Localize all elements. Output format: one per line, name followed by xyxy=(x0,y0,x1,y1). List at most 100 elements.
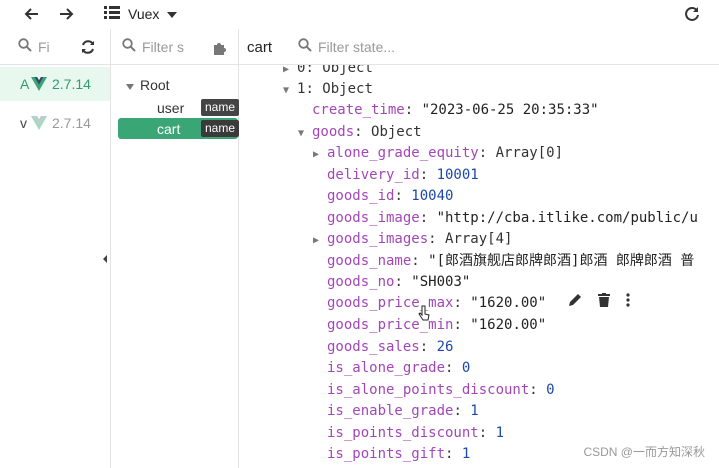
app-item[interactable]: v 2.7.14 xyxy=(0,106,110,140)
state-row[interactable]: is_enable_grade: 1 xyxy=(327,401,479,422)
store-module-user[interactable]: user name xyxy=(118,97,240,118)
refresh-apps-icon[interactable] xyxy=(79,38,97,56)
plugin-label: Vuex xyxy=(128,6,160,22)
watermark: CSDN @一而方知深秋 xyxy=(583,445,705,459)
state-row[interactable]: goods_price_max: "1620.00" xyxy=(327,293,546,314)
puzzle-icon[interactable] xyxy=(211,39,229,57)
state-row[interactable]: goods_sales: 26 xyxy=(327,337,453,358)
apps-search-placeholder: Fi xyxy=(38,39,50,55)
state-row[interactable]: delivery_id: 10001 xyxy=(327,165,479,186)
state-row[interactable]: goods_price_min: "1620.00" xyxy=(327,315,546,336)
state-value: "[郎酒旗舰店郎牌郎酒]郎酒 郎牌郎酒 普 xyxy=(428,253,695,269)
delete-trash-icon[interactable] xyxy=(598,293,610,311)
divider xyxy=(110,64,238,65)
state-key: goods_no xyxy=(327,274,395,290)
state-row[interactable]: ▶ alone_grade_equity: Array[0] xyxy=(313,143,563,164)
state-key: is_alone_points_discount xyxy=(327,382,530,398)
state-value: "SH003" xyxy=(411,274,471,290)
state-value: Array[0] xyxy=(495,145,564,161)
triangle-down-icon: ▼ xyxy=(283,85,290,96)
state-row[interactable]: goods_name: "[郎酒旗舰店郎牌郎酒]郎酒 郎牌郎酒 普 xyxy=(327,251,694,272)
more-vertical-icon[interactable] xyxy=(626,293,630,311)
state-key: goods_sales xyxy=(327,339,420,355)
state-row[interactable]: goods_image: "http://cba.itlike.com/publ… xyxy=(327,208,698,229)
stores-search-input[interactable]: Filter s xyxy=(122,33,202,61)
state-key: goods xyxy=(312,124,355,140)
state-row[interactable]: create_time: "2023-06-25 20:35:33" xyxy=(312,100,599,121)
state-key: is_points_discount xyxy=(327,425,479,441)
state-row[interactable]: ▼ 1: Object xyxy=(283,79,373,100)
state-key: goods_name xyxy=(327,253,412,269)
collapse-left-icon[interactable] xyxy=(101,251,109,263)
module-label: user xyxy=(157,99,185,116)
triangle-right-icon: ▶ xyxy=(283,65,290,75)
state-value: "1620.00" xyxy=(470,317,547,333)
state-value: 1 xyxy=(495,425,505,441)
app-version: 2.7.14 xyxy=(52,76,91,92)
state-title: cart xyxy=(247,39,273,56)
row-actions xyxy=(568,293,630,311)
list-icon xyxy=(104,5,120,24)
triangle-down-icon xyxy=(126,77,134,93)
triangle-down-icon: ▼ xyxy=(298,128,305,139)
namespaced-tag: name xyxy=(201,99,240,116)
app-version: 2.7.14 xyxy=(52,115,91,131)
state-key: goods_price_max xyxy=(327,295,454,311)
state-key: create_time xyxy=(312,102,405,118)
state-row[interactable]: is_alone_points_discount: 0 xyxy=(327,380,555,401)
state-value: 10001 xyxy=(436,167,479,183)
state-key: goods_price_min xyxy=(327,317,454,333)
state-value: Array[4] xyxy=(445,231,513,247)
state-value: 1 xyxy=(470,403,479,419)
state-row[interactable]: ▶ 0: Object xyxy=(283,65,373,79)
edit-pencil-icon[interactable] xyxy=(568,293,582,311)
app-letter: v xyxy=(20,115,27,131)
refresh-icon[interactable] xyxy=(682,3,702,25)
state-key: is_points_gift xyxy=(327,446,446,462)
column-divider[interactable] xyxy=(238,29,239,468)
namespaced-tag: name xyxy=(201,120,240,137)
state-row[interactable]: is_points_gift: 1 xyxy=(327,444,470,465)
state-search-placeholder: Filter state... xyxy=(318,39,396,55)
state-value: "2023-06-25 20:35:33" xyxy=(421,102,599,118)
devtools-toolbar: Vuex xyxy=(0,0,719,29)
state-value: Object xyxy=(371,124,422,140)
state-search-input[interactable]: Filter state... xyxy=(298,33,498,61)
state-value: "1620.00" xyxy=(470,295,547,311)
state-key: goods_id xyxy=(327,188,395,204)
triangle-right-icon: ▶ xyxy=(313,149,320,160)
apps-search-input[interactable]: Fi xyxy=(18,33,78,61)
store-tree-root[interactable]: Root xyxy=(126,77,170,93)
state-key: is_enable_grade xyxy=(327,403,454,419)
divider xyxy=(0,64,110,65)
state-key: goods_image xyxy=(327,210,420,226)
store-module-cart[interactable]: cart name xyxy=(118,118,240,139)
state-value: 0 xyxy=(546,382,555,398)
search-icon xyxy=(298,37,312,57)
app-letter: A xyxy=(20,76,30,92)
state-key: is_alone_grade xyxy=(327,360,446,376)
vue-logo-icon xyxy=(31,77,47,96)
state-value: 10040 xyxy=(411,188,454,204)
state-value: 26 xyxy=(436,339,454,355)
state-value: 1 xyxy=(461,446,471,462)
state-row[interactable]: ▶ goods_images: Array[4] xyxy=(313,229,512,250)
state-inspector: ▶ 0: Object ▼ 1: Object create_time: "2023… xyxy=(240,65,719,468)
state-value: Object xyxy=(322,65,373,76)
triangle-right-icon: ▶ xyxy=(313,235,320,246)
state-key: alone_grade_equity xyxy=(327,145,479,161)
state-row[interactable]: goods_no: "SH003" xyxy=(327,272,470,293)
stores-search-placeholder: Filter s xyxy=(142,39,184,55)
app-item[interactable]: A 2.7.14 xyxy=(0,67,110,101)
state-row[interactable]: is_alone_grade: 0 xyxy=(327,358,470,379)
column-divider[interactable] xyxy=(110,29,111,468)
forward-arrow-icon[interactable] xyxy=(56,3,76,25)
plugin-selector[interactable]: Vuex xyxy=(104,3,194,25)
state-key: delivery_id xyxy=(327,167,420,183)
state-row[interactable]: ▼ goods: Object xyxy=(298,122,422,143)
state-row[interactable]: is_points_discount: 1 xyxy=(327,423,504,444)
state-key: goods_images xyxy=(327,231,429,247)
search-icon xyxy=(122,37,136,57)
back-arrow-icon[interactable] xyxy=(22,3,42,25)
state-row[interactable]: goods_id: 10040 xyxy=(327,186,453,207)
